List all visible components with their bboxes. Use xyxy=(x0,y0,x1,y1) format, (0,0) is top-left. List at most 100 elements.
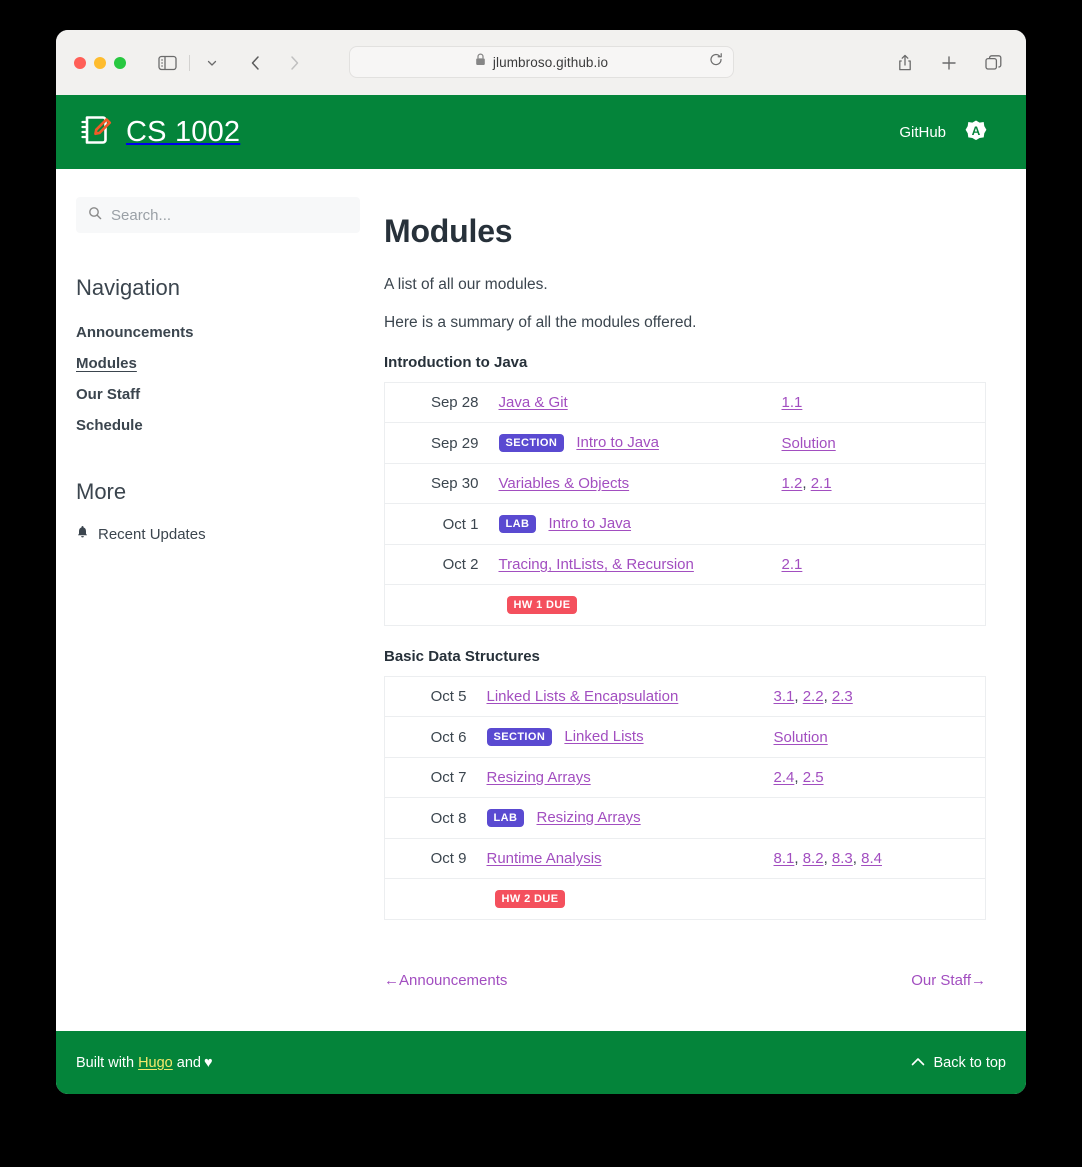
main-content: Modules A list of all our modules. Here … xyxy=(384,169,1026,1031)
toolbar-divider xyxy=(189,54,190,71)
close-window-button[interactable] xyxy=(74,56,86,69)
reload-icon[interactable] xyxy=(709,53,723,72)
row-topic: Tracing, IntLists, & Recursion xyxy=(488,544,772,585)
chevron-down-icon[interactable] xyxy=(197,48,227,78)
row-date: Oct 9 xyxy=(384,838,477,879)
table-row: HW 1 DUE xyxy=(384,584,986,626)
reading-link[interactable]: 1.1 xyxy=(782,394,803,411)
tab-overview-icon[interactable] xyxy=(978,48,1008,78)
more-item-label: Recent Updates xyxy=(98,525,206,543)
svg-text:A: A xyxy=(972,124,981,138)
maximize-window-button[interactable] xyxy=(114,56,126,69)
reading-link[interactable]: 2.4 xyxy=(774,769,795,786)
table-row: Oct 8 LAB Resizing Arrays xyxy=(384,797,986,839)
row-date: Sep 28 xyxy=(430,394,479,411)
row-topic: SECTION Linked Lists xyxy=(476,716,764,758)
forward-arrow-icon[interactable] xyxy=(279,48,309,78)
back-arrow-icon[interactable] xyxy=(241,48,271,78)
notebook-pencil-logo xyxy=(76,111,114,154)
hugo-link[interactable]: Hugo xyxy=(138,1055,173,1071)
page-title: Modules xyxy=(384,213,513,249)
modules-table-intro-to-java: Sep 28 Java & Git 1.1 Sep 29 SECTION Int… xyxy=(384,382,986,627)
row-readings: Solution xyxy=(771,421,986,464)
sidebar-toggle-icon[interactable] xyxy=(152,48,182,78)
reading-link[interactable]: 2.3 xyxy=(832,688,853,705)
row-topic: Java & Git xyxy=(489,383,772,423)
minimize-window-button[interactable] xyxy=(94,56,106,69)
row-date xyxy=(384,584,489,626)
lab-badge: LAB xyxy=(486,809,525,828)
topic-link[interactable]: Resizing Arrays xyxy=(487,769,591,786)
reading-link[interactable]: 8.2 xyxy=(803,850,824,867)
topic-link[interactable]: Runtime Analysis xyxy=(487,850,602,867)
and-label: and xyxy=(176,1055,201,1071)
topic-link[interactable]: Intro to Java xyxy=(548,515,631,532)
reading-link[interactable]: 1.2 xyxy=(782,475,803,492)
topic-link[interactable]: Linked Lists & Encapsulation xyxy=(487,688,679,705)
navigation-controls xyxy=(152,48,309,78)
row-topic: Resizing Arrays xyxy=(476,757,764,798)
back-to-top-link[interactable]: Back to top xyxy=(911,1055,1006,1071)
row-readings: 2.4, 2.5 xyxy=(763,757,986,798)
site-footer: Built with Hugo and ♥ Back to top xyxy=(56,1031,1026,1094)
octagon-a-icon[interactable]: A xyxy=(962,116,990,149)
homework-due-badge: HW 1 DUE xyxy=(506,596,578,615)
site-title: CS 1002 xyxy=(126,115,241,148)
reading-link[interactable]: 8.4 xyxy=(861,850,882,867)
window-controls xyxy=(74,56,126,69)
row-topic: LAB Resizing Arrays xyxy=(476,797,764,839)
row-readings xyxy=(763,797,986,839)
topic-link[interactable]: Resizing Arrays xyxy=(536,809,640,826)
next-page-link[interactable]: Our Staff→ xyxy=(911,972,986,989)
sidebar-item-announcements[interactable]: Announcements xyxy=(76,317,360,348)
topic-link[interactable]: Variables & Objects xyxy=(499,475,630,492)
row-date: Oct 8 xyxy=(384,797,477,839)
search-box[interactable] xyxy=(76,197,360,233)
topic-link[interactable]: Intro to Java xyxy=(576,434,659,451)
reading-link[interactable]: Solution xyxy=(782,435,836,452)
sidebar-item-schedule[interactable]: Schedule xyxy=(76,410,360,441)
reading-link[interactable]: 8.3 xyxy=(832,850,853,867)
reading-link[interactable]: 2.1 xyxy=(782,556,803,573)
github-link[interactable]: GitHub xyxy=(899,124,946,141)
row-readings: 2.1 xyxy=(771,544,986,585)
row-date xyxy=(384,878,477,920)
search-input[interactable] xyxy=(111,206,348,224)
bell-icon xyxy=(76,525,89,543)
topic-link[interactable]: Java & Git xyxy=(499,394,568,411)
section-badge: SECTION xyxy=(498,434,565,453)
header-right: GitHub A xyxy=(899,116,990,149)
reading-link[interactable]: 3.1 xyxy=(774,688,795,705)
topic-link[interactable]: Tracing, IntLists, & Recursion xyxy=(499,556,694,573)
row-topic: Variables & Objects xyxy=(488,463,772,504)
reading-link[interactable]: 2.5 xyxy=(803,769,824,786)
share-icon[interactable] xyxy=(890,48,920,78)
row-readings: 8.1, 8.2, 8.3, 8.4 xyxy=(763,838,986,879)
table-row: Oct 9 Runtime Analysis 8.1, 8.2, 8.3, 8.… xyxy=(384,838,986,879)
plus-icon[interactable] xyxy=(934,48,964,78)
site-logo-link[interactable]: CS 1002 xyxy=(76,111,240,154)
section-heading-intro-to-java: Introduction to Java xyxy=(384,354,528,371)
row-topic: Linked Lists & Encapsulation xyxy=(477,677,764,717)
toolbar-right-actions xyxy=(890,30,1008,95)
browser-window: jlumbroso.github.io CS 1002 GitHub A Sea… xyxy=(56,30,1026,1094)
sidebar-item-recent-updates[interactable]: Recent Updates xyxy=(76,519,360,549)
reading-link[interactable]: Solution xyxy=(774,729,828,746)
reading-link[interactable]: 2.1 xyxy=(811,475,832,492)
sidebar-item-modules[interactable]: Modules xyxy=(76,348,360,379)
row-date: Oct 6 xyxy=(384,716,477,758)
reading-link[interactable]: 8.1 xyxy=(774,850,795,867)
prev-page-link[interactable]: ←Announcements xyxy=(384,972,507,989)
page-body: Navigation Announcements Modules Our Sta… xyxy=(56,169,1026,1031)
sidebar-item-our-staff[interactable]: Our Staff xyxy=(76,379,360,410)
address-bar[interactable]: jlumbroso.github.io xyxy=(349,46,734,78)
row-date: Oct 2 xyxy=(384,544,489,585)
row-date: Oct 7 xyxy=(384,757,477,798)
intro-paragraph-1: A list of all our modules. xyxy=(384,276,548,293)
reading-link[interactable]: 2.2 xyxy=(803,688,824,705)
topic-link[interactable]: Linked Lists xyxy=(564,728,643,745)
homework-due-badge: HW 2 DUE xyxy=(494,890,566,909)
lab-badge: LAB xyxy=(498,515,537,534)
table-row: HW 2 DUE xyxy=(384,878,986,920)
url-text: jlumbroso.github.io xyxy=(492,54,609,70)
